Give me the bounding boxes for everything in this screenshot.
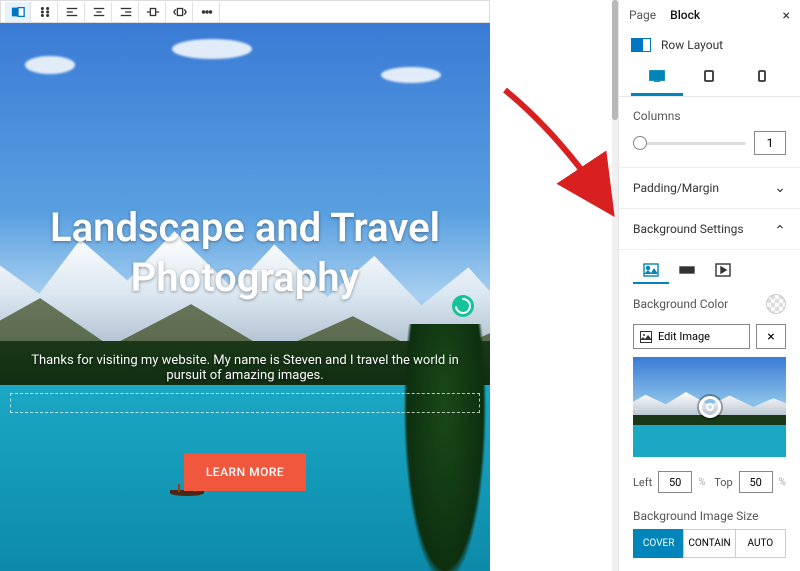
learn-more-button[interactable]: LEARN MORE [184,453,306,491]
toolbar-align-center[interactable] [86,2,112,22]
settings-sidebar: Page Block × Row Layout Columns Padding/… [618,0,800,571]
hero-title[interactable]: Landscape and Travel Photography [10,203,480,303]
bg-image-size-label: Background Image Size [619,505,800,529]
bg-size-cover[interactable]: COVER [633,529,684,558]
row-layout-icon [631,38,651,52]
edit-image-label: Edit Image [658,330,710,343]
hero-subtitle[interactable]: Thanks for visiting my website. My name … [10,353,480,383]
toolbar-more-icon[interactable] [194,2,220,22]
accordion-label: Padding/Margin [633,181,719,195]
block-toolbar [0,0,490,23]
bg-type-video[interactable] [705,258,741,284]
grammarly-icon[interactable] [452,295,474,317]
bg-size-auto[interactable]: AUTO [735,529,786,558]
chevron-down-icon: ⌄ [774,180,786,196]
device-desktop[interactable] [631,62,683,96]
block-type-label: Row Layout [661,38,723,52]
close-sidebar-icon[interactable]: × [783,8,790,28]
bg-type-gradient[interactable] [669,258,705,284]
hero-block[interactable]: Landscape and Travel Photography Thanks … [0,23,490,571]
toolbar-align-right[interactable] [113,2,139,22]
columns-input[interactable] [754,131,786,155]
device-mobile[interactable] [736,62,788,96]
empty-block-placeholder[interactable] [10,393,480,413]
edit-image-button[interactable]: Edit Image [633,324,750,349]
bg-size-contain[interactable]: CONTAIN [683,529,735,558]
accordion-background-settings[interactable]: Background Settings ⌄ [619,209,800,250]
accordion-padding-margin[interactable]: Padding/Margin ⌄ [619,168,800,209]
toolbar-wide-width[interactable] [140,2,166,22]
toolbar-block-type[interactable] [5,2,31,22]
background-color-swatch[interactable] [766,294,786,314]
device-tablet[interactable] [683,62,735,96]
annotation-arrow [490,75,630,225]
remove-image-button[interactable]: × [756,324,786,349]
bg-type-image[interactable] [633,258,669,284]
focal-point-picker[interactable] [699,396,721,418]
toolbar-align-left[interactable] [59,2,85,22]
chevron-up-icon: ⌄ [774,221,786,237]
tab-block[interactable]: Block [670,8,700,28]
columns-label: Columns [633,109,786,123]
position-left-label: Left [633,476,652,489]
position-top-input[interactable] [739,471,773,493]
tab-page[interactable]: Page [629,8,656,28]
position-left-input[interactable] [658,471,692,493]
background-color-label: Background Color [633,297,728,311]
accordion-label: Background Settings [633,222,744,236]
toolbar-drag[interactable] [32,2,58,22]
position-top-label: Top [714,476,732,489]
background-image-thumbnail[interactable] [633,357,786,457]
toolbar-full-width[interactable] [167,2,193,22]
columns-slider[interactable] [633,142,746,145]
image-icon [640,331,652,343]
